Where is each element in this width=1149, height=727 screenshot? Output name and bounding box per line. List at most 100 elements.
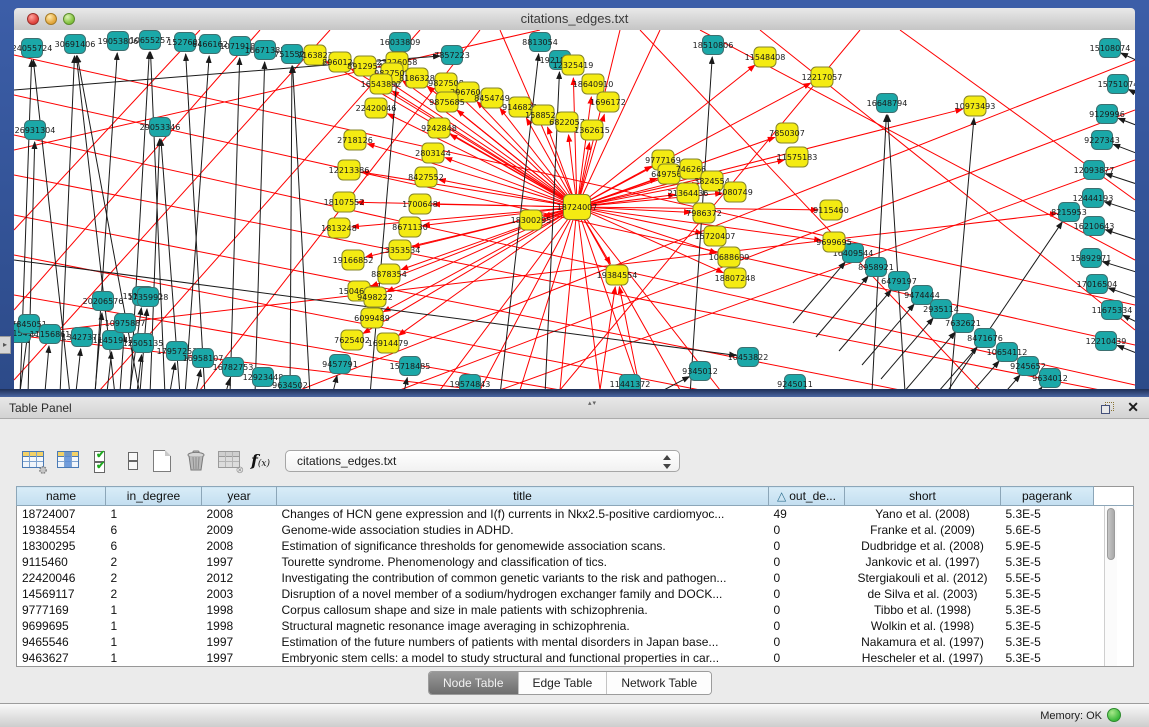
create-column-icon[interactable] [149,448,175,474]
tab-network-table[interactable]: Network Table [607,672,711,694]
graph-node-label: 8671130 [392,223,428,232]
graph-node-label: 7632621 [945,319,981,328]
graph-node-label: 9227343 [1084,136,1120,145]
table-vertical-scrollbar[interactable] [1104,506,1117,666]
graph-node-label: 9242848 [421,124,457,133]
column-header-year[interactable]: year [202,487,277,506]
table-row[interactable]: 1830029562008Estimation of significance … [17,538,1134,554]
table-row[interactable]: 1938455462009Genome-wide association stu… [17,522,1134,538]
table-cell: 1998 [202,602,277,618]
graph-edge [793,262,845,323]
table-row[interactable]: 2242004622012Investigating the contribut… [17,570,1134,586]
graph-node-label: 8215953 [1051,208,1087,217]
control-panel-expand-notch[interactable]: ▸ [0,336,11,354]
table-cell: 9777169 [17,602,106,618]
graph-node-label: 8958921 [858,263,894,272]
float-panel-icon[interactable] [1101,402,1114,414]
graph-node-label: 8454749 [474,94,510,103]
column-header-name[interactable]: name [17,487,106,506]
graph-node-label: 16958107 [183,354,224,363]
table-cell: 1 [106,634,202,650]
scrollbar-thumb[interactable] [1107,508,1115,560]
table-cell: 0 [769,570,845,586]
graph-edge [1117,345,1135,358]
graph-edge [76,349,81,390]
graph-node-label: 7625402 [334,336,370,345]
table-row[interactable]: 1456911722003Disruption of a novel membe… [17,586,1134,602]
table-cell: 5.3E-5 [1001,634,1094,650]
table-cell: 0 [769,650,845,667]
network-window-titlebar: citations_edges.txt [14,8,1135,31]
graph-node-label: 19574843 [450,380,491,389]
graph-edge [862,304,914,365]
table-cell: 5.3E-5 [1001,506,1094,523]
column-header-in_degree[interactable]: in_degree [106,487,202,506]
table-row[interactable]: 1872400712008Changes of HCN gene express… [17,506,1134,523]
graph-edge [577,207,680,390]
row-height-icon[interactable] [120,448,146,474]
graph-node-label: 15108074 [1090,44,1131,53]
graph-node-label: 1813248 [321,224,357,233]
table-cell: Stergiakouli et al. (2012) [845,570,1001,586]
table-cell: 2 [106,570,202,586]
table-cell: 6 [106,538,202,554]
graph-node-label: 16914479 [368,339,409,348]
graph-node-label: 10654112 [987,348,1028,357]
table-cell: 2012 [202,570,277,586]
column-header-pagerank[interactable]: pagerank [1001,487,1094,506]
table-cell: 1997 [202,554,277,570]
tab-node-table[interactable]: Node Table [429,672,519,694]
split-pane-handle[interactable]: ▴▾ [588,399,597,407]
function-builder-icon[interactable]: f(x) [251,451,270,470]
graph-node-label: 9875685 [429,98,465,107]
graph-edge [577,109,962,207]
graph-edge [28,142,35,390]
table-cell: 1 [106,602,202,618]
graph-edge [1113,144,1135,158]
table-cell: Changes of HCN gene expression and I(f) … [277,506,769,523]
graph-edge [577,30,660,207]
graph-node-label: 30691406 [55,40,96,49]
column-header-short[interactable]: short [845,487,1001,506]
graph-edge [290,66,292,390]
column-visibility-icon[interactable] [56,448,82,474]
graph-node-label: 9498222 [357,293,393,302]
delete-column-icon[interactable] [184,448,210,474]
table-cell: Genome-wide association studies in ADHD. [277,522,769,538]
table-row[interactable]: 969969511998Structural magnetic resonanc… [17,618,1134,634]
table-panel-titlebar: Table Panel ▴▾ ✕ [0,397,1149,419]
combo-arrows-icon [663,454,671,470]
network-canvas[interactable]: 2405572430691406190538061065525715276026… [14,30,1135,390]
table-row[interactable]: 946362711997Embryonic stem cells: a mode… [17,650,1134,667]
table-row[interactable]: 977716911998Corpus callosum shape and si… [17,602,1134,618]
table-row[interactable]: 946554611997Estimation of the future num… [17,634,1134,650]
graph-edge [1105,230,1135,244]
table-cell: 5.3E-5 [1001,554,1094,570]
graph-edge [950,118,974,390]
table-panel-body: ✔ ✔ ⊗ f(x) cit [0,419,1149,703]
graph-node-label: 1080749 [717,188,753,197]
column-header-out_de[interactable]: △out_de... [769,487,845,506]
graph-node-label: 16033809 [380,38,421,47]
network-window-title: citations_edges.txt [14,11,1135,26]
graph-node-label: 18107552 [324,198,365,207]
select-columns-icon[interactable]: ✔ ✔ [91,448,117,474]
column-header-title[interactable]: title [277,487,769,506]
table-cell: 5.3E-5 [1001,586,1094,602]
table-cell: Investigating the contribution of common… [277,570,769,586]
tab-edge-table[interactable]: Edge Table [519,672,608,694]
graph-node-label: 2718126 [337,136,373,145]
table-chooser-dropdown[interactable]: citations_edges.txt [285,450,680,472]
graph-node-label: 18510806 [693,41,734,50]
table-settings-icon[interactable] [21,448,47,474]
graph-node-label: 1696172 [590,98,626,107]
table-row[interactable]: 911546021997Tourette syndrome. Phenomeno… [17,554,1134,570]
table-cell: Tourette syndrome. Phenomenology and cla… [277,554,769,570]
table-cell: 0 [769,554,845,570]
graph-node-label: 1362615 [574,126,610,135]
memory-ok-indicator [1107,708,1121,722]
graph-node-label: 7986372 [686,209,722,218]
close-panel-icon[interactable]: ✕ [1127,399,1139,416]
graph-node-label: 19166852 [333,256,374,265]
graph-edge [577,207,600,390]
